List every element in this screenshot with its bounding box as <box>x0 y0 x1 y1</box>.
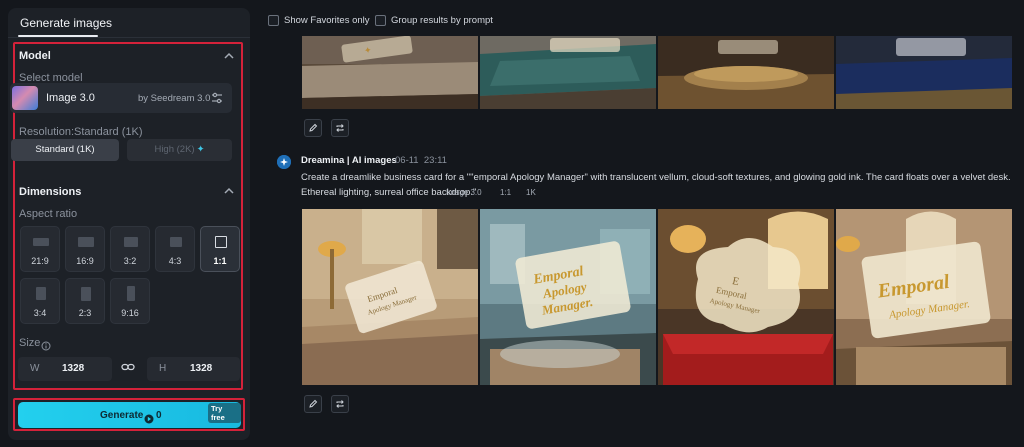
regenerate-button[interactable] <box>331 395 349 413</box>
tab-generate-images[interactable]: Generate images <box>20 16 112 30</box>
resolution-label: Resolution:Standard (1K) <box>19 126 143 138</box>
regenerate-button[interactable] <box>331 119 349 137</box>
ratio-label: 4:3 <box>168 256 182 266</box>
chevron-up-icon[interactable] <box>222 49 236 63</box>
result-date-day: 06-11 <box>395 155 419 166</box>
ratio-shape-icon <box>170 237 182 247</box>
panel-tab-bar: Generate images <box>8 8 250 38</box>
tag-model: Image 3.0 <box>446 188 482 197</box>
result-image-4[interactable]: Emporal Apology Manager. <box>836 209 1012 385</box>
height-field[interactable]: H 1328 <box>147 357 240 381</box>
resolution-high-label: High (2K) <box>154 144 195 155</box>
previous-image-4[interactable] <box>836 36 1012 109</box>
dreamina-avatar-icon <box>277 155 291 169</box>
result-time: 23:11 <box>423 155 447 166</box>
tag-resolution: 1K <box>526 188 536 197</box>
active-tab-indicator <box>18 35 98 37</box>
result-image-3[interactable]: E Emporal Apology Manager <box>658 209 834 385</box>
dimensions-section-title: Dimensions <box>19 186 82 198</box>
height-value: 1328 <box>190 363 213 374</box>
resolution-high-button[interactable]: High (2K) ✦ <box>127 139 232 161</box>
chevron-up-icon[interactable] <box>222 184 236 198</box>
ratio-21-9[interactable]: 21:9 <box>20 226 60 272</box>
show-favorites-label[interactable]: Show Favorites only <box>284 15 370 29</box>
previous-image-2[interactable] <box>480 36 656 109</box>
link-icon[interactable] <box>121 360 135 374</box>
resolution-standard-label: Standard (1K) <box>35 144 95 155</box>
pencil-icon <box>309 399 318 408</box>
previous-image-3[interactable] <box>658 36 834 109</box>
ratio-4-3[interactable]: 4:3 <box>155 226 195 272</box>
ratio-label: 21:9 <box>31 256 49 266</box>
ratio-shape-icon <box>127 286 135 301</box>
ratio-shape-icon <box>36 287 46 300</box>
model-name: Image 3.0 <box>46 92 95 104</box>
edit-button[interactable] <box>304 395 322 413</box>
pencil-icon <box>309 123 318 132</box>
height-prefix: H <box>159 363 167 374</box>
ratio-label: 1:1 <box>213 256 227 266</box>
result-image-row: Emporal Apology Manager Emporal Apology … <box>302 209 1012 385</box>
ratio-label: 9:16 <box>121 308 139 318</box>
credits-count: 0 <box>156 410 162 421</box>
generate-button[interactable]: Generate 0 Try free <box>18 402 241 428</box>
tag-ratio: 1:1 <box>500 188 512 197</box>
ratio-shape-icon <box>78 237 94 247</box>
model-section-title: Model <box>19 50 51 62</box>
show-favorites-checkbox[interactable] <box>268 15 279 26</box>
ratio-shape-icon <box>124 237 138 247</box>
aspect-ratio-label: Aspect ratio <box>19 208 78 220</box>
group-by-prompt-checkbox[interactable] <box>375 15 386 26</box>
prompt-text: Create a dreamlike business card for a "… <box>301 172 1011 198</box>
width-field[interactable]: W 1328 <box>18 357 112 381</box>
ratio-label: 2:3 <box>78 308 92 318</box>
repeat-icon <box>336 124 344 132</box>
model-provider: by Seedream 3.0 <box>138 93 211 104</box>
ratio-shape-icon <box>33 238 49 246</box>
result-image-2[interactable]: Emporal Apology Manager. <box>480 209 656 385</box>
ratio-16-9[interactable]: 16:9 <box>65 226 105 272</box>
ratio-label: 3:2 <box>123 256 137 266</box>
previous-image-1[interactable]: ✦ <box>302 36 478 109</box>
try-free-badge: Try free <box>208 403 241 423</box>
ratio-shape-icon <box>81 287 91 301</box>
credits-icon <box>144 411 154 424</box>
sparkle-icon: ✦ <box>196 144 205 155</box>
sliders-icon[interactable] <box>210 91 224 105</box>
repeat-icon <box>336 400 344 408</box>
ratio-label: 16:9 <box>76 256 94 266</box>
result-image-1[interactable]: Emporal Apology Manager <box>302 209 478 385</box>
ratio-9-16[interactable]: 9:16 <box>110 278 150 324</box>
group-by-prompt-label[interactable]: Group results by prompt <box>391 15 493 29</box>
width-prefix: W <box>30 363 40 374</box>
generate-label: Generate <box>100 410 144 421</box>
result-date: 06-11 23:11 <box>395 155 447 166</box>
model-selector[interactable]: Image 3.0 by Seedream 3.0 <box>10 83 232 113</box>
info-icon <box>41 338 51 351</box>
ratio-label: 3:4 <box>33 308 47 318</box>
size-label: Size <box>19 337 41 349</box>
ratio-3-2[interactable]: 3:2 <box>110 226 150 272</box>
resolution-standard-button[interactable]: Standard (1K) <box>11 139 119 161</box>
ratio-1-1[interactable]: 1:1 <box>200 226 240 272</box>
width-value: 1328 <box>62 363 85 374</box>
ratio-3-4[interactable]: 3:4 <box>20 278 60 324</box>
ratio-2-3[interactable]: 2:3 <box>65 278 105 324</box>
edit-button[interactable] <box>304 119 322 137</box>
model-thumbnail <box>12 86 38 110</box>
ratio-shape-icon <box>215 236 227 248</box>
previous-image-row: ✦ <box>302 36 1012 109</box>
author-name: Dreamina | AI images <box>301 155 397 166</box>
